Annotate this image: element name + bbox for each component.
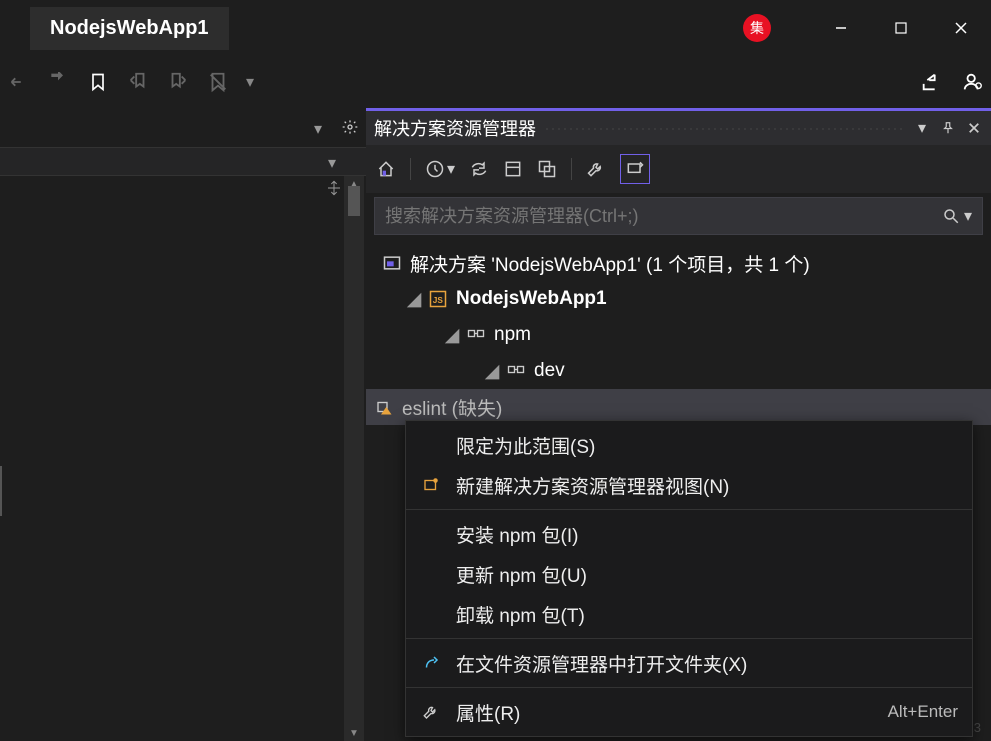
package-warning-icon [374, 397, 394, 417]
js-project-icon: JS [428, 289, 448, 309]
search-input[interactable] [385, 206, 942, 227]
search-input-container[interactable]: ▾ [374, 197, 983, 235]
panel-menu-icon[interactable]: ▾ [913, 119, 931, 137]
separator [406, 687, 972, 688]
share-icon[interactable] [919, 70, 943, 94]
separator [406, 638, 972, 639]
svg-text:JS: JS [433, 296, 444, 305]
project-label: NodejsWebApp1 [456, 288, 607, 310]
bookmark-next-icon[interactable] [166, 70, 190, 94]
ctx-update[interactable]: 更新 npm 包(U) [406, 554, 972, 594]
minimize-button[interactable] [811, 8, 871, 48]
vertical-scrollbar[interactable]: ▲ ▼ [344, 176, 364, 741]
panel-title: 解决方案资源管理器 [374, 115, 536, 141]
ctx-new-view[interactable]: 新建解决方案资源管理器视图(N) [406, 465, 972, 505]
dev-label: dev [534, 360, 565, 382]
panel-grip[interactable] [544, 126, 905, 130]
npm-node[interactable]: ◢ npm [374, 317, 983, 353]
person-icon[interactable] [961, 70, 985, 94]
close-button[interactable] [931, 8, 991, 48]
pin-icon[interactable] [939, 119, 957, 137]
bookmark-clear-icon[interactable] [206, 70, 230, 94]
wrench-icon [420, 701, 442, 723]
reference-icon [506, 361, 526, 381]
npm-label: npm [494, 324, 531, 346]
solution-label: 解决方案 'NodejsWebApp1' (1 个项目，共 1 个) [410, 250, 810, 277]
bookmark-icon[interactable] [86, 70, 110, 94]
collapse-icon[interactable] [503, 159, 523, 179]
ctx-uninstall[interactable]: 卸载 npm 包(T) [406, 594, 972, 634]
expander-icon[interactable]: ◢ [408, 288, 420, 311]
ctx-install[interactable]: 安装 npm 包(I) [406, 514, 972, 554]
maximize-button[interactable] [871, 8, 931, 48]
eslint-label: eslint (缺失) [402, 394, 502, 421]
context-menu: 限定为此范围(S) 新建解决方案资源管理器视图(N) 安装 npm 包(I) 更… [405, 420, 973, 737]
gear-icon[interactable] [342, 119, 360, 137]
ctx-properties[interactable]: 属性(R) Alt+Enter [406, 692, 972, 732]
notification-badge[interactable]: 集 [743, 14, 771, 42]
expand-icon[interactable] [326, 180, 342, 196]
show-all-icon[interactable] [537, 159, 557, 179]
expander-icon[interactable]: ◢ [446, 324, 458, 347]
expander-icon[interactable]: ◢ [486, 360, 498, 383]
ctx-open-folder[interactable]: 在文件资源管理器中打开文件夹(X) [406, 643, 972, 683]
separator [406, 509, 972, 510]
solution-node[interactable]: 解决方案 'NodejsWebApp1' (1 个项目，共 1 个) [374, 245, 983, 281]
shortcut-label: Alt+Enter [888, 702, 958, 722]
wrench-icon[interactable] [586, 159, 606, 179]
close-panel-icon[interactable] [965, 119, 983, 137]
project-tab[interactable]: NodejsWebApp1 [30, 7, 229, 50]
history-icon[interactable]: ▾ [425, 159, 455, 179]
toolbar-overflow-icon[interactable]: ▾ [246, 72, 256, 92]
reference-icon [466, 325, 486, 345]
new-window-icon [420, 474, 442, 496]
home-icon[interactable] [376, 159, 396, 179]
scroll-down-icon[interactable]: ▼ [344, 725, 364, 741]
search-icon[interactable]: ▾ [942, 206, 972, 226]
split-handle[interactable] [0, 466, 2, 516]
dropdown-icon[interactable]: ▾ [314, 119, 332, 137]
ctx-scope[interactable]: 限定为此范围(S) [406, 425, 972, 465]
solution-icon [382, 253, 402, 273]
dropdown-icon[interactable]: ▾ [328, 153, 346, 171]
preview-icon[interactable] [620, 154, 650, 184]
project-node[interactable]: ◢ JS NodejsWebApp1 [374, 281, 983, 317]
scroll-thumb[interactable] [348, 186, 360, 216]
nav-back-icon[interactable] [6, 70, 30, 94]
open-arrow-icon [420, 652, 442, 674]
step-icon[interactable] [46, 70, 70, 94]
bookmark-prev-icon[interactable] [126, 70, 150, 94]
dev-node[interactable]: ◢ dev [374, 353, 983, 389]
sync-icon[interactable] [469, 159, 489, 179]
